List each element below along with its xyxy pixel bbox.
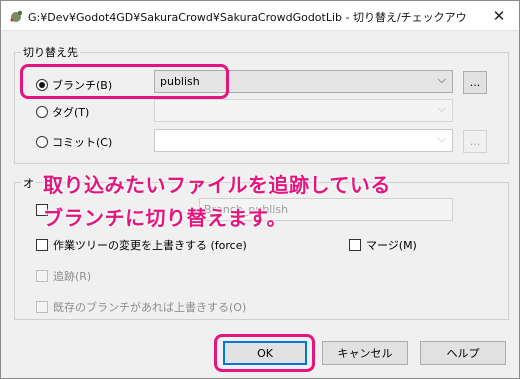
ok-button[interactable]: OK <box>223 341 307 365</box>
commit-radio[interactable]: コミット(C) <box>36 134 112 150</box>
track-checkbox[interactable]: 追跡(R) <box>36 268 91 284</box>
annotation-line-2: ブランチに切り替えます。 <box>43 206 287 230</box>
tag-radio-indicator[interactable] <box>36 106 48 118</box>
commit-browse-button[interactable]: ... <box>463 130 487 153</box>
merge-checkbox[interactable]: マージ(M) <box>349 237 417 253</box>
tag-radio-label: タグ(T) <box>52 106 90 119</box>
overwrite-branch-checkbox-label: 既存のブランチがあれば上書きする(O) <box>53 301 247 314</box>
close-icon: ✕ <box>492 6 506 25</box>
branch-combobox-value: publish <box>160 75 200 88</box>
switch-to-group-title: 切り替え先 <box>21 44 80 60</box>
overwrite-branch-checkbox-box[interactable] <box>36 301 48 313</box>
window-title: G:¥Dev¥Godot4GD¥SakuraCrowd¥SakuraCrowdG… <box>28 11 468 24</box>
branch-radio-label: ブランチ(B) <box>52 79 113 92</box>
track-checkbox-label: 追跡(R) <box>53 270 92 283</box>
chevron-down-icon: ⌵ <box>437 132 446 145</box>
chevron-down-icon: ⌵ <box>437 73 446 86</box>
force-checkbox[interactable]: 作業ツリーの変更を上書きする (force) <box>36 237 247 253</box>
close-button[interactable]: ✕ <box>479 1 519 30</box>
tag-combobox[interactable]: ⌵ <box>154 99 453 122</box>
tortoisegit-icon <box>10 10 23 22</box>
commit-radio-label: コミット(C) <box>52 136 113 149</box>
merge-checkbox-label: マージ(M) <box>366 239 417 252</box>
commit-combobox[interactable]: ⌵ <box>154 129 453 152</box>
annotation-line-1: 取り込みたいファイルを追跡している <box>43 173 391 197</box>
track-checkbox-box[interactable] <box>36 270 48 282</box>
branch-radio-indicator[interactable] <box>36 79 48 91</box>
commit-radio-indicator[interactable] <box>36 136 48 148</box>
checkout-dialog: G:¥Dev¥Godot4GD¥SakuraCrowd¥SakuraCrowdG… <box>0 0 520 379</box>
branch-browse-button[interactable]: ... <box>463 71 487 94</box>
merge-checkbox-box[interactable] <box>349 239 361 251</box>
overwrite-branch-checkbox[interactable]: 既存のブランチがあれば上書きする(O) <box>36 299 246 315</box>
tag-radio[interactable]: タグ(T) <box>36 104 89 120</box>
force-checkbox-label: 作業ツリーの変更を上書きする (force) <box>53 239 247 252</box>
force-checkbox-box[interactable] <box>36 239 48 251</box>
branch-combobox[interactable]: publish ⌵ <box>154 70 453 93</box>
cancel-button[interactable]: キャンセル <box>322 341 408 365</box>
title-bar: G:¥Dev¥Godot4GD¥SakuraCrowd¥SakuraCrowdG… <box>1 1 519 31</box>
branch-radio[interactable]: ブランチ(B) <box>36 77 112 93</box>
chevron-down-icon: ⌵ <box>437 102 446 115</box>
options-group-title: オ <box>21 175 36 191</box>
help-button[interactable]: ヘルプ <box>420 341 506 365</box>
